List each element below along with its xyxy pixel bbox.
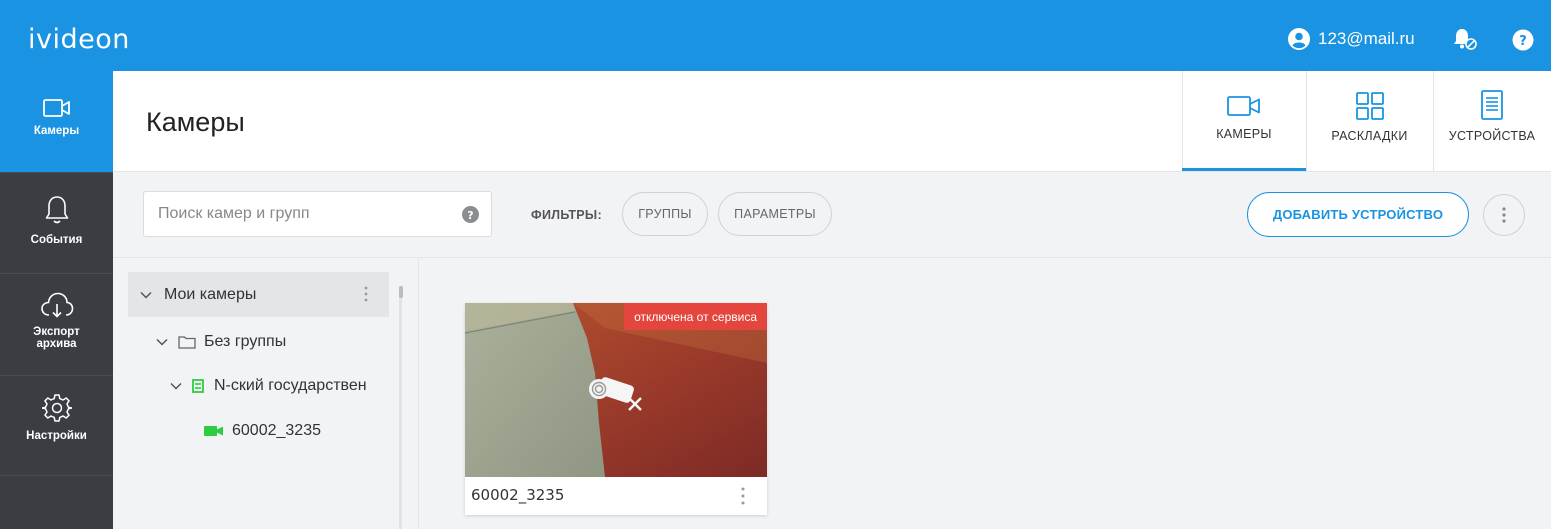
filters-label: ФИЛЬТРЫ: [531,208,602,222]
tree-item-label: Мои камеры [164,285,257,303]
toolbar: ? ФИЛЬТРЫ: ГРУППЫ ПАРАМЕТРЫ ДОБАВИТЬ УСТ… [113,172,1551,258]
svg-text:?: ? [1519,34,1527,49]
search-box: ? [143,191,492,237]
folder-icon [178,336,196,349]
tab-label: КАМЕРЫ [1216,127,1272,141]
page-title: Камеры [146,107,245,137]
help-icon[interactable]: ? [462,206,479,223]
help-icon[interactable]: ? [1512,29,1534,51]
top-bar: ivideon 123@mail.ru ? [0,0,1551,71]
filter-groups-button[interactable]: ГРУППЫ [622,192,708,236]
bell-icon [45,196,68,224]
camera-online-icon [204,426,223,436]
sidebar-item-label: События [30,234,83,246]
tab-label: УСТРОЙСТВА [1448,129,1536,143]
search-input[interactable] [144,192,454,236]
chevron-down-icon[interactable] [170,382,182,390]
sidebar-item-events[interactable]: События [0,195,113,246]
user-email: 123@mail.ru [1318,29,1415,48]
tab-layouts[interactable]: РАСКЛАДКИ [1306,71,1433,171]
tree-item-server[interactable]: N-ский государствен [170,374,400,398]
svg-text:?: ? [467,209,473,222]
sidebar-item-label: Камеры [33,125,80,137]
tree-item-my-cameras[interactable]: Мои камеры [128,272,389,317]
camera-icon [42,99,70,117]
sidebar-divider [0,375,113,376]
sidebar-item-settings[interactable]: Настройки [0,393,113,442]
status-badge: отключена от сервиса [624,303,767,330]
tab-label: РАСКЛАДКИ [1331,129,1408,143]
camera-icon [1227,96,1260,116]
chevron-down-icon[interactable] [156,338,168,346]
ivideon-logo[interactable]: ivideon [28,24,130,55]
server-icon [1481,90,1503,120]
filter-params-button[interactable]: ПАРАМЕТРЫ [718,192,832,236]
tab-devices[interactable]: УСТРОЙСТВА [1433,71,1551,171]
tree-scrollbar[interactable] [399,286,402,529]
add-device-button[interactable]: ДОБАВИТЬ УСТРОЙСТВО [1247,192,1469,237]
tree-scrollbar-thumb[interactable] [399,286,403,298]
grid-layout-icon [1355,92,1384,120]
user-avatar-icon [1288,28,1310,50]
chevron-down-icon[interactable] [140,291,152,299]
tree-item-no-group[interactable]: Без группы [156,330,286,354]
camera-card[interactable]: отключена от сервиса 60002_3235 [465,303,767,515]
more-options-button[interactable] [1483,194,1525,236]
user-account[interactable]: 123@mail.ru [1288,28,1415,50]
tree-item-label: Без группы [204,333,287,350]
sidebar-divider [0,273,113,274]
camera-preview[interactable]: отключена от сервиса [465,303,767,477]
sidebar: Камеры События Экспорт архива Настройки [0,71,113,529]
camera-offline-icon [589,377,642,411]
gear-icon [41,394,72,422]
cloud-download-icon [40,292,73,318]
kebab-menu-icon[interactable] [364,286,368,302]
sidebar-divider [0,172,113,173]
kebab-menu-icon [1502,207,1506,223]
sidebar-item-label: Настройки [26,430,87,442]
tree-item-camera[interactable]: 60002_3235 [204,419,321,443]
camera-name: 60002_3235 [471,486,565,504]
tree-item-label: N-ский государствен [214,377,367,394]
tree-item-label: 60002_3235 [232,422,321,439]
kebab-menu-icon[interactable] [741,486,745,506]
sidebar-item-label: Экспорт архива [33,326,80,350]
notifications-off-icon[interactable] [1452,27,1478,51]
sidebar-item-cameras[interactable]: Камеры [0,71,113,172]
server-icon [192,379,204,393]
camera-grid: отключена от сервиса 60002_3235 [420,258,1551,529]
camera-tree: Мои камеры Без группы N-ский государстве… [113,258,419,529]
tab-cameras[interactable]: КАМЕРЫ [1182,71,1306,171]
page-header: Камеры КАМЕРЫ РАСКЛАДКИ УСТРОЙСТВА [113,71,1551,172]
sidebar-item-export[interactable]: Экспорт архива [0,291,113,350]
sidebar-divider [0,475,113,476]
